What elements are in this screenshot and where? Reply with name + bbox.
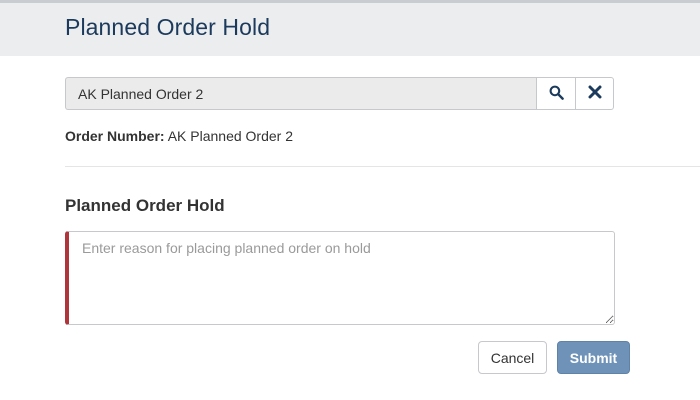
order-number-label: Order Number:: [65, 128, 165, 144]
page-title: Planned Order Hold: [65, 14, 271, 40]
page-header: Planned Order Hold: [0, 0, 700, 56]
search-button[interactable]: [536, 77, 575, 110]
order-number-line: Order Number: AK Planned Order 2: [65, 128, 293, 144]
hold-section-title: Planned Order Hold: [65, 196, 225, 215]
order-search-input[interactable]: [65, 77, 536, 110]
section-divider: [65, 166, 700, 167]
submit-button[interactable]: Submit: [557, 341, 630, 374]
hold-reason-textarea[interactable]: [65, 231, 615, 325]
clear-search-button[interactable]: [575, 77, 614, 110]
search-icon: [549, 85, 564, 103]
order-number-value: AK Planned Order 2: [167, 128, 293, 144]
order-search-group: [65, 77, 614, 110]
cancel-button[interactable]: Cancel: [478, 341, 547, 374]
close-icon: [588, 85, 602, 102]
